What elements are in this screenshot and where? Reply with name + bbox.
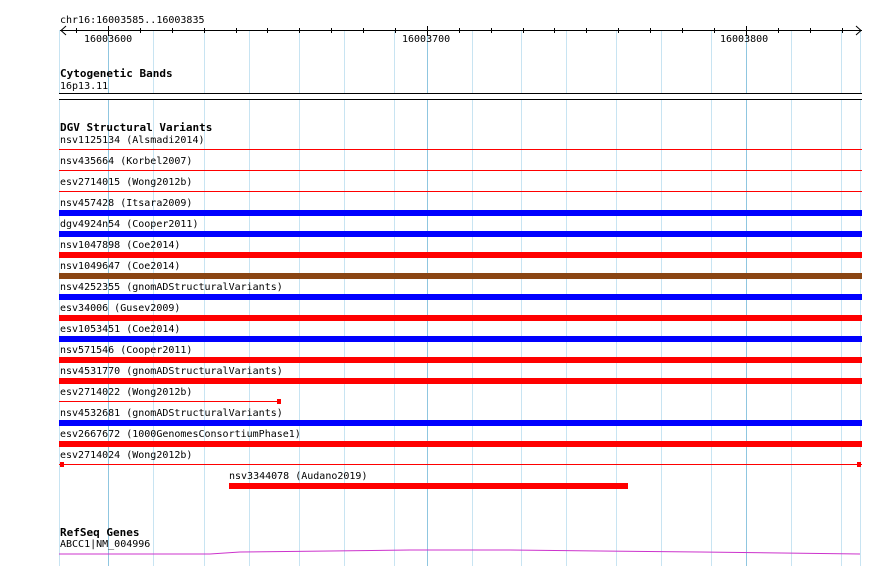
variant-bar[interactable] <box>59 191 862 192</box>
refseq-gene-feature[interactable] <box>0 546 890 558</box>
variant-bar[interactable] <box>59 441 862 447</box>
variant-bar[interactable] <box>59 401 278 402</box>
cytoband-band[interactable] <box>59 94 862 99</box>
variant-end-cap <box>857 462 861 467</box>
variant-bar[interactable] <box>59 149 862 150</box>
variant-bar[interactable] <box>59 357 862 363</box>
variant-label: esv2667672 (1000GenomesConsortiumPhase1) <box>60 429 301 440</box>
variant-end-cap <box>277 399 281 404</box>
variant-label: nsv1049647 (Coe2014) <box>60 261 181 272</box>
ruler-tick-label-3: 16003800 <box>720 34 769 45</box>
variant-bar[interactable] <box>59 210 862 216</box>
variant-bar[interactable] <box>59 231 862 237</box>
variant-label: dgv4924n54 (Cooper2011) <box>60 219 199 230</box>
variant-bar[interactable] <box>59 464 862 465</box>
variant-label: nsv4532681 (gnomADStructuralVariants) <box>60 408 283 419</box>
variant-label: nsv435664 (Korbel2007) <box>60 156 193 167</box>
ruler-tick-label-2: 16003700 <box>402 34 451 45</box>
cytoband-track-title[interactable]: Cytogenetic Bands <box>60 68 173 79</box>
variant-bar[interactable] <box>59 336 862 342</box>
variant-label: esv34006 (Gusev2009) <box>60 303 181 314</box>
variant-label: esv2714024 (Wong2012b) <box>60 450 193 461</box>
variant-bar[interactable] <box>229 483 628 489</box>
variant-bar[interactable] <box>59 420 862 426</box>
variant-label: nsv1047898 (Coe2014) <box>60 240 181 251</box>
variant-label: nsv3344078 (Audano2019) <box>229 471 368 482</box>
variant-label: nsv1125134 (Alsmadi2014) <box>60 135 205 146</box>
variant-bar[interactable] <box>59 170 862 171</box>
variant-bar[interactable] <box>59 378 862 384</box>
variant-label: esv2714022 (Wong2012b) <box>60 387 193 398</box>
variant-label: nsv457428 (Itsara2009) <box>60 198 193 209</box>
cytoband-bottom-line <box>59 99 862 100</box>
variant-bar[interactable] <box>59 294 862 300</box>
variant-label: esv2714015 (Wong2012b) <box>60 177 193 188</box>
variant-label: nsv4252355 (gnomADStructuralVariants) <box>60 282 283 293</box>
ruler-tick-label-1: 16003600 <box>84 34 133 45</box>
variant-end-cap <box>60 462 64 467</box>
variant-label: nsv571546 (Cooper2011) <box>60 345 193 356</box>
variant-label: nsv4531770 (gnomADStructuralVariants) <box>60 366 283 377</box>
variant-label: esv1053451 (Coe2014) <box>60 324 181 335</box>
cytoband-label: 16p13.11 <box>60 81 109 92</box>
variant-bar[interactable] <box>59 252 862 258</box>
refseq-track-title[interactable]: RefSeq Genes <box>60 527 139 538</box>
variant-bar[interactable] <box>59 315 862 321</box>
variant-bar[interactable] <box>59 273 862 279</box>
dgv-track-title[interactable]: DGV Structural Variants <box>60 122 212 133</box>
